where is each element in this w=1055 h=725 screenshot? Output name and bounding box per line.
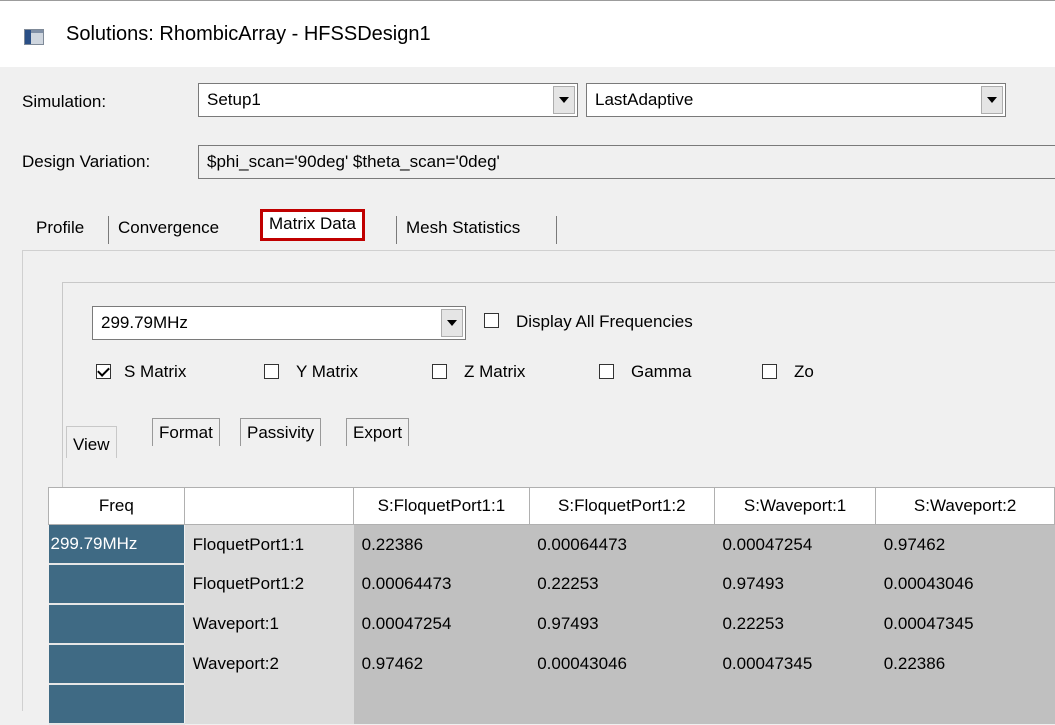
z-matrix-label: Z Matrix [464,362,526,381]
matrix-cell[interactable] [875,684,1055,724]
design-variation-field[interactable]: $phi_scan='90deg' $theta_scan='0deg' [198,145,1055,179]
column-header-s-waveport-1[interactable]: S:Waveport:1 [713,487,877,525]
table-row[interactable]: Waveport:1 0.00047254 0.97493 0.22253 0.… [48,604,1055,645]
freq-cell[interactable]: 299.79MHz [48,524,185,565]
column-header-port[interactable] [183,487,355,525]
matrix-cell[interactable] [353,684,530,724]
row-port-label[interactable]: FloquetPort1:2 [184,564,354,604]
matrix-cell[interactable]: 0.97462 [875,524,1055,564]
pass-select-value: LastAdaptive [595,90,694,109]
table-row[interactable] [48,684,1055,725]
zo-checkbox[interactable] [762,364,777,379]
title-bar: Solutions: RhombicArray - HFSSDesign1 [0,0,1055,67]
setup-select-value: Setup1 [207,90,261,109]
window-title: Solutions: RhombicArray - HFSSDesign1 [66,23,431,45]
chevron-down-icon[interactable] [441,309,463,337]
s-matrix-checkbox[interactable] [96,364,111,379]
matrix-cell[interactable]: 0.00043046 [875,564,1055,604]
matrix-cell[interactable]: 0.00047254 [714,524,876,564]
matrix-cell[interactable]: 0.97493 [529,604,715,644]
subtab-passivity[interactable]: Passivity [240,418,322,446]
chevron-down-icon[interactable] [553,86,575,114]
tab-convergence[interactable]: Convergence [118,214,219,244]
subtab-view[interactable]: View [66,426,117,458]
column-header-s-floquetport1-2[interactable]: S:FloquetPort1:2 [528,487,715,525]
chevron-down-icon[interactable] [981,86,1003,114]
freq-cell[interactable] [48,684,185,725]
grid-header-row: Freq S:FloquetPort1:1 S:FloquetPort1:2 S… [48,487,1055,525]
s-matrix-label: S Matrix [124,362,187,381]
table-row[interactable]: 299.79MHz FloquetPort1:1 0.22386 0.00064… [48,524,1055,565]
matrix-cell[interactable]: 0.22386 [353,524,530,564]
y-matrix-checkbox[interactable] [264,364,279,379]
row-port-label[interactable]: Waveport:1 [184,604,354,644]
freq-cell[interactable] [48,644,185,685]
subtab-export[interactable]: Export [346,418,410,446]
gamma-label: Gamma [631,362,692,381]
matrix-cell[interactable]: 0.00064473 [353,564,530,604]
row-port-label[interactable]: FloquetPort1:1 [184,524,354,564]
matrix-cell[interactable]: 0.00047345 [875,604,1055,644]
gamma-checkbox[interactable] [599,364,614,379]
matrix-cell[interactable] [529,684,715,724]
matrix-cell[interactable]: 0.97462 [353,644,530,684]
frequency-select-value: 299.79MHz [101,313,188,332]
matrix-cell[interactable]: 0.00043046 [529,644,715,684]
matrix-cell[interactable]: 0.00064473 [529,524,715,564]
matrix-cell[interactable]: 0.00047345 [714,644,876,684]
display-all-frequencies-label: Display All Frequencies [516,312,693,331]
tab-mesh-statistics[interactable]: Mesh Statistics [406,214,520,244]
freq-cell[interactable] [48,604,185,645]
matrix-cell[interactable]: 0.00047254 [353,604,530,644]
subtab-format[interactable]: Format [152,418,220,446]
pass-select[interactable]: LastAdaptive [586,83,1006,117]
setup-select[interactable]: Setup1 [198,83,578,117]
y-matrix-label: Y Matrix [296,362,359,381]
design-variation-label: Design Variation: [22,152,151,171]
table-row[interactable]: Waveport:2 0.97462 0.00043046 0.00047345… [48,644,1055,685]
row-port-label[interactable] [184,684,354,724]
row-port-label[interactable]: Waveport:2 [184,644,354,684]
app-window-icon [24,29,44,45]
design-variation-value: $phi_scan='90deg' $theta_scan='0deg' [207,152,500,171]
matrix-cell[interactable] [714,684,876,724]
simulation-label: Simulation: [22,92,107,111]
display-all-frequencies-checkbox[interactable] [484,313,499,328]
tab-separator [108,216,109,244]
matrix-data-grid[interactable]: Freq S:FloquetPort1:1 S:FloquetPort1:2 S… [48,487,1055,725]
matrix-cell[interactable]: 0.97493 [714,564,876,604]
tab-matrix-data[interactable]: Matrix Data [260,209,365,241]
column-header-s-waveport-2[interactable]: S:Waveport:2 [875,487,1055,525]
column-header-freq[interactable]: Freq [48,487,185,525]
matrix-cell[interactable]: 0.22253 [529,564,715,604]
matrix-cell[interactable]: 0.22253 [714,604,876,644]
matrix-cell[interactable]: 0.22386 [875,644,1055,684]
tab-separator [396,216,397,244]
zo-label: Zo [794,362,814,381]
freq-cell[interactable] [48,564,185,605]
frequency-select[interactable]: 299.79MHz [92,306,466,340]
tab-separator [556,216,557,244]
tab-profile[interactable]: Profile [36,214,84,244]
column-header-s-floquetport1-1[interactable]: S:FloquetPort1:1 [353,487,530,525]
table-row[interactable]: FloquetPort1:2 0.00064473 0.22253 0.9749… [48,564,1055,605]
z-matrix-checkbox[interactable] [432,364,447,379]
